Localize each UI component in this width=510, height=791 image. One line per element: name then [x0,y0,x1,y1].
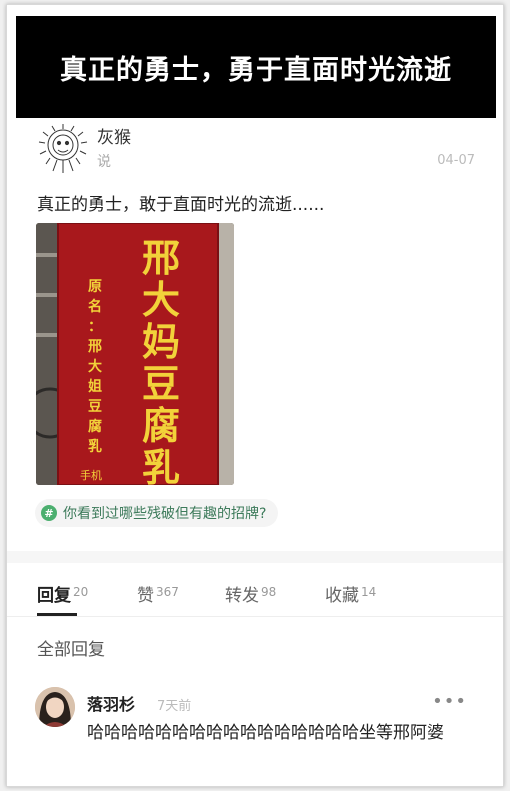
sign-char: 邢 [88,339,102,355]
sign-char: 乳 [141,445,180,486]
sign-char: 名 [88,299,102,315]
reply-text: 哈哈哈哈哈哈哈哈哈哈哈哈哈哈哈哈坐等邢阿婆 [87,723,444,743]
sign-char: 原 [88,279,102,295]
tab-count: 20 [73,585,89,599]
reply-author-name[interactable]: 落羽杉 [87,691,135,715]
tab-label: 转发 [225,586,259,606]
sign-char: 豆 [141,361,180,406]
author-name[interactable]: 灰猴 [97,123,131,148]
tab-reposts[interactable]: 转发 98 [225,581,276,606]
topic-text: 你看到过哪些残破但有趣的招牌? [63,506,267,522]
post-photo[interactable]: 邢 大 妈 豆 腐 乳 原 名 ： 邢 大 姐 豆 腐 乳 手机 [36,223,234,485]
sign-char: 妈 [141,319,180,364]
reply-avatar[interactable] [35,687,75,727]
sign-small-text: 原 名 ： 邢 大 姐 豆 腐 乳 [84,277,106,457]
more-options-icon[interactable]: ••• [432,691,467,712]
sign-char: 大 [141,277,180,322]
tab-likes[interactable]: 赞 367 [137,581,179,606]
sign-char: 腐 [141,403,180,448]
post-text: 真正的勇士，敢于直面时光的流逝...... [37,195,325,215]
banner-text: 真正的勇士，勇于直面时光流逝 [60,54,452,86]
sign-big-text: 邢 大 妈 豆 腐 乳 [131,235,191,486]
tab-bar: 回复 20 赞 367 转发 98 收藏 14 [7,571,503,617]
sign-char: 腐 [88,419,102,435]
title-banner: 真正的勇士，勇于直面时光流逝 [16,16,496,118]
sign-char: 乳 [88,439,102,455]
tab-favorites[interactable]: 收藏 14 [325,581,376,606]
tab-count: 98 [261,585,277,599]
sign-char: 邢 [141,235,180,280]
sign-char: ： [88,319,102,335]
screenshot-frame: 真正的勇士，勇于直面时光流逝 灰猴 说 04-07 真正的勇士，敢于直面时光的流… [6,4,504,787]
sign-char: 豆 [88,399,102,415]
author-avatar[interactable] [37,123,89,175]
post-date: 04-07 [437,153,475,168]
reply-time: 7天前 [157,699,192,714]
user-photo-icon [35,687,75,727]
sign-char: 大 [88,359,102,375]
tab-label: 赞 [137,586,154,606]
tab-count: 14 [361,585,377,599]
tab-label: 回复 [37,586,71,606]
monkey-sketch-icon [38,124,88,173]
tab-label: 收藏 [325,586,359,606]
section-divider [7,551,503,563]
author-action: 说 [97,154,111,170]
sign-phone-label: 手机 [80,469,102,482]
active-tab-indicator [37,613,77,616]
sign-char: 姐 [88,379,102,395]
tab-replies[interactable]: 回复 20 [37,581,88,606]
tab-count: 367 [156,585,179,599]
replies-header: 全部回复 [37,640,105,660]
hash-icon: # [41,505,57,521]
topic-tag[interactable]: # 你看到过哪些残破但有趣的招牌? [35,499,279,527]
